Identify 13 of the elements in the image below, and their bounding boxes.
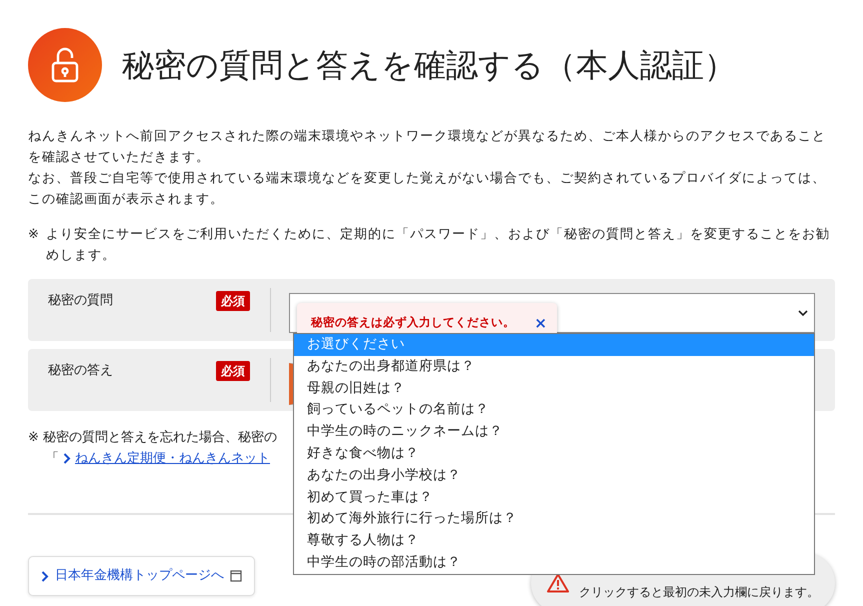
intro-paragraph: ねんきんネットへ前回アクセスされた際の端末環境やネットワーク環境などが異なるため、ご本人様からのアクセスであることを確認させていただきます。 <box>28 128 827 167</box>
field-label: 秘密の答え <box>48 362 113 380</box>
field-label: 秘密の質問 <box>48 292 113 310</box>
required-badge: 必須 <box>216 291 250 311</box>
error-message: 秘密の答えは必ず入力してください。 <box>311 314 515 332</box>
bracket-text: 「 <box>46 450 59 468</box>
note-mark: ※ <box>28 226 41 244</box>
required-badge: 必須 <box>216 361 250 381</box>
intro-paragraph: なお、普段ご自宅等で使用されている端末環境などを変更した覚えがない場合でも、ご契約されているプロバイダによっては、この確認画面が表示されます。 <box>28 170 827 209</box>
toast-message: クリックすると最初の未入力欄に戻ります。 <box>579 584 819 601</box>
note-text: より安全にサービスをご利用いただくために、定期的に「パスワード」、および「秘密の質問と答え」を変更することをお勧めします。 <box>46 226 831 265</box>
forgot-note: ※ 秘密の質問と答えを忘れた場合、秘密の <box>28 429 278 447</box>
page-title: 秘密の質問と答えを確認する（本人認証） <box>122 46 736 84</box>
